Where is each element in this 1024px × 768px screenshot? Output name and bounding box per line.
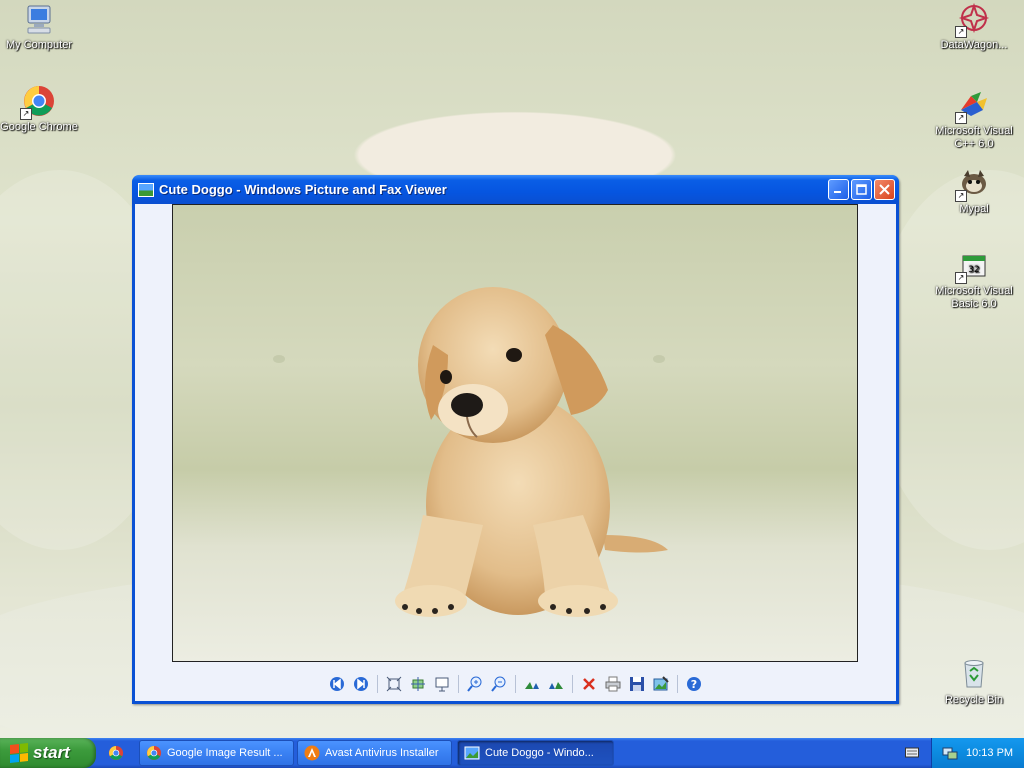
zoom-in-icon	[467, 676, 482, 692]
best-fit-button[interactable]	[382, 673, 406, 695]
best-fit-icon	[386, 676, 402, 692]
desktop-icon-label: Microsoft Visual Basic 6.0	[935, 285, 1013, 310]
taskbar-item-label: Google Image Result ...	[167, 747, 283, 759]
desktop-icon-visual-basic[interactable]: 32 ↗ Microsoft Visual Basic 6.0	[932, 248, 1016, 311]
start-button[interactable]: start	[0, 738, 96, 768]
computer-icon	[22, 2, 56, 36]
network-icon[interactable]	[942, 745, 958, 761]
system-tray: 10:13 PM	[931, 738, 1024, 768]
taskbar-item-label: Cute Doggo - Windo...	[485, 747, 594, 759]
desktop-icon-label: Microsoft Visual C++ 6.0	[935, 125, 1013, 150]
desktop-icon-visual-cpp[interactable]: ↗ Microsoft Visual C++ 6.0	[932, 88, 1016, 151]
zoom-out-icon	[491, 676, 506, 692]
desktop-icon-label: My Computer	[5, 39, 73, 51]
delete-button[interactable]	[577, 673, 601, 695]
actual-size-icon	[411, 677, 425, 691]
toolbar-separator	[515, 675, 516, 693]
close-icon	[879, 184, 890, 195]
picture-viewer-icon	[138, 182, 154, 197]
next-image-icon	[354, 677, 368, 691]
delete-icon	[583, 678, 595, 690]
quick-launch-chrome[interactable]	[104, 743, 128, 763]
minimize-icon	[834, 191, 841, 193]
shortcut-arrow-icon: ↗	[20, 108, 32, 120]
visual-cpp-icon: ↗	[955, 88, 991, 124]
taskbar-item-cute-doggo[interactable]: Cute Doggo - Windo...	[457, 740, 614, 766]
toolbar-separator	[458, 675, 459, 693]
actual-size-button[interactable]	[406, 673, 430, 695]
viewer-toolbar: ?	[135, 673, 896, 695]
slideshow-button[interactable]	[430, 673, 454, 695]
picture-viewer-window[interactable]: Cute Doggo - Windows Picture and Fax Vie…	[132, 175, 899, 704]
help-button[interactable]: ?	[682, 673, 706, 695]
mypal-icon: ↗	[955, 166, 991, 202]
taskbar-item-label: Avast Antivirus Installer	[325, 747, 439, 759]
print-button[interactable]	[601, 673, 625, 695]
maximize-icon	[856, 184, 867, 195]
close-button[interactable]	[874, 179, 895, 200]
previous-image-icon	[330, 677, 344, 691]
print-icon	[605, 676, 621, 692]
desktop-icon-my-computer[interactable]: My Computer	[0, 2, 81, 52]
open-editor-button[interactable]	[649, 673, 673, 695]
toolbar-separator	[677, 675, 678, 693]
chrome-icon	[146, 745, 162, 761]
chrome-icon: ↗	[20, 84, 56, 120]
desktop-icon-label: Mypal	[959, 203, 989, 215]
desktop-icon-datawagon[interactable]: ↗ DataWagon...	[932, 2, 1016, 52]
previous-image-button[interactable]	[325, 673, 349, 695]
taskbar: start Google Image Result ... Avast Anti…	[0, 738, 1024, 768]
clock[interactable]: 10:13 PM	[966, 747, 1013, 759]
desktop-icon-label: Recycle Bin	[944, 694, 1004, 706]
open-editor-icon	[653, 676, 669, 691]
window-title: Cute Doggo - Windows Picture and Fax Vie…	[159, 182, 447, 197]
taskbar-item-google-image-result[interactable]: Google Image Result ...	[139, 740, 294, 766]
taskbar-item-avast-installer[interactable]: Avast Antivirus Installer	[297, 740, 452, 766]
help-icon: ?	[687, 677, 701, 691]
rotate-counterclockwise-button[interactable]	[544, 673, 568, 695]
slideshow-icon	[435, 677, 449, 692]
rotate-clockwise-icon	[525, 682, 539, 689]
shortcut-arrow-icon: ↗	[955, 26, 967, 38]
rotate-clockwise-button[interactable]	[520, 673, 544, 695]
desktop-icon-label: DataWagon...	[940, 39, 1008, 51]
window-titlebar[interactable]: Cute Doggo - Windows Picture and Fax Vie…	[132, 175, 899, 204]
save-button[interactable]	[625, 673, 649, 695]
picture-viewer-icon	[464, 746, 480, 760]
desktop-icon-mypal[interactable]: ↗ Mypal	[932, 166, 1016, 216]
windows-logo-icon	[10, 743, 28, 763]
desktop-icon-recycle-bin[interactable]: Recycle Bin	[932, 657, 1016, 707]
datawagon-icon: ↗	[955, 2, 991, 38]
rotate-counterclockwise-icon	[549, 682, 563, 689]
recycle-bin-icon	[957, 657, 991, 691]
viewer-client-area: ?	[135, 204, 896, 701]
minimize-button[interactable]	[828, 179, 849, 200]
next-image-button[interactable]	[349, 673, 373, 695]
chrome-icon	[108, 745, 124, 761]
visual-basic-icon: 32 ↗	[955, 248, 991, 284]
desktop-icon-google-chrome[interactable]: ↗ Google Chrome	[0, 84, 81, 134]
shortcut-arrow-icon: ↗	[955, 112, 967, 124]
maximize-button[interactable]	[851, 179, 872, 200]
svg-text:?: ?	[691, 678, 697, 691]
keyboard-language-icon[interactable]	[905, 746, 919, 758]
desktop-icon-label: Google Chrome	[0, 121, 78, 133]
puppy-illustration	[395, 287, 668, 617]
shortcut-arrow-icon: ↗	[955, 272, 967, 284]
svg-text:32: 32	[968, 265, 979, 275]
shortcut-arrow-icon: ↗	[955, 190, 967, 202]
start-label: start	[33, 743, 70, 762]
zoom-out-button[interactable]	[487, 673, 511, 695]
zoom-in-button[interactable]	[463, 673, 487, 695]
avast-icon	[304, 745, 320, 761]
save-icon	[630, 677, 644, 691]
toolbar-separator	[572, 675, 573, 693]
toolbar-separator	[377, 675, 378, 693]
displayed-photo	[172, 204, 858, 662]
